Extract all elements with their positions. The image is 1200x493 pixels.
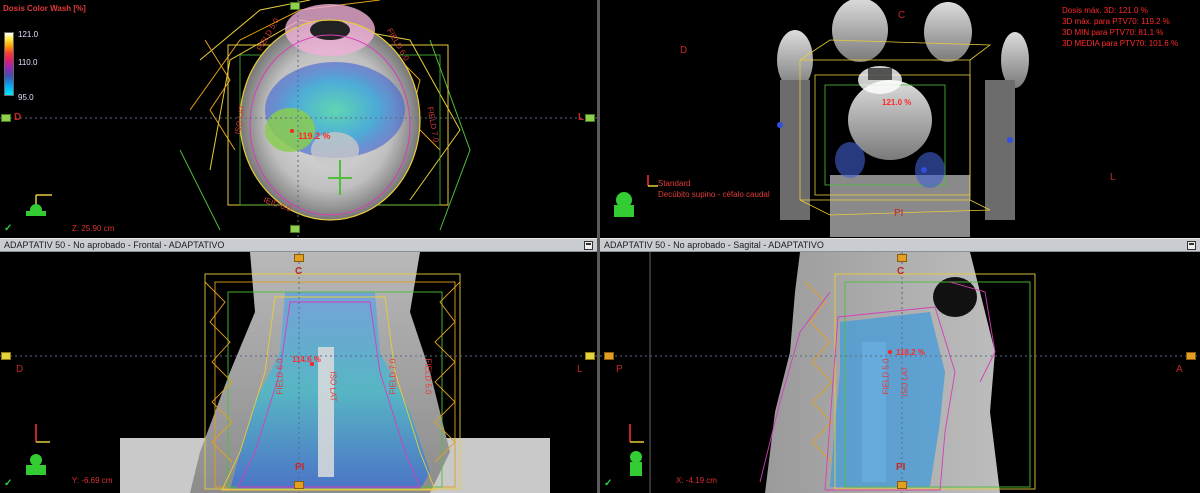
sagittal-coordinate: X: -4.19 cm xyxy=(676,476,717,485)
bottom-marker xyxy=(290,225,300,233)
frontal-orient-left: D xyxy=(16,364,24,375)
sagittal-left-marker xyxy=(604,352,614,360)
frontal-bottom-marker xyxy=(294,481,304,489)
spine xyxy=(318,347,334,477)
legend-max: 121.0 xyxy=(18,30,39,39)
dose-label: 119.2 % xyxy=(298,131,331,141)
stat-max-3d: Dosis máx. 3D: 121.0 % xyxy=(1062,6,1148,15)
frontal-view[interactable]: C D L PI 114.6 % FIELD 7.0 FIELD 5.0 FIE… xyxy=(0,252,597,493)
orient-d: D xyxy=(680,45,688,56)
frontal-orient-bottom: PI xyxy=(295,462,305,473)
legend-title: Dosis Color Wash [%] xyxy=(3,4,86,13)
side-left xyxy=(780,80,810,220)
sagittal-title: ADAPTATIV 50 - No aprobado - Sagital - A… xyxy=(604,240,824,250)
dose-legend-bar xyxy=(4,32,14,96)
frontal-title: ADAPTATIV 50 - No aprobado - Frontal - A… xyxy=(4,240,225,250)
skull-right xyxy=(1001,32,1029,88)
frontal-image xyxy=(0,252,597,493)
stat-max-ptv70: 3D máx. para PTV70: 119.2 % xyxy=(1062,17,1170,26)
legend-mid: 110.0 xyxy=(18,58,38,67)
frontal-orientation-widget xyxy=(26,424,50,475)
sagittal-right-marker xyxy=(1186,352,1196,360)
sagittal-orient-right: A xyxy=(1176,364,1183,375)
sagittal-bottom-marker xyxy=(897,481,907,489)
frontal-field-4: ISO LAT xyxy=(328,371,338,402)
legend-min: 95.0 xyxy=(18,93,34,102)
camera-preset: Standard xyxy=(658,179,691,188)
sagittal-approval-check: ✓ xyxy=(604,478,613,489)
frontal-titlebar[interactable]: ADAPTATIV 50 - No aprobado - Frontal - A… xyxy=(0,238,597,252)
treatment-planning-viewer: Dosis Color Wash [%] 121.0 110.0 95.0 D … xyxy=(0,0,1200,493)
axial-view[interactable]: Dosis Color Wash [%] 121.0 110.0 95.0 D … xyxy=(0,0,597,237)
orient-pi: PI xyxy=(894,208,904,219)
frontal-coordinate: Y: -6.69 cm xyxy=(72,476,113,485)
sagittal-view[interactable]: C P A PI 118.2 % FIELD 5.0 ISO LAT X: -4… xyxy=(600,252,1200,493)
sagittal-orient-bottom: PI xyxy=(896,462,906,473)
orient-left: D xyxy=(14,112,22,123)
dose-wash-sagittal xyxy=(830,312,945,487)
frontal-approval-check: ✓ xyxy=(4,478,13,489)
right-marker xyxy=(585,114,595,122)
sagittal-orient-left: P xyxy=(616,364,623,375)
3d-dose-label: 121.0 % xyxy=(882,98,912,107)
approval-check: ✓ xyxy=(4,223,13,234)
sagittal-titlebar[interactable]: ADAPTATIV 50 - No aprobado - Sagital - A… xyxy=(600,238,1200,252)
frontal-minimize-button[interactable] xyxy=(584,241,593,250)
frontal-left-marker xyxy=(1,352,11,360)
frontal-orient-top: C xyxy=(295,266,303,277)
frontal-orient-right: L xyxy=(577,364,583,375)
sagittal-orientation-widget xyxy=(629,424,644,476)
frontal-right-marker xyxy=(585,352,595,360)
3d-orientation-widget xyxy=(614,175,658,217)
patient-position: Decúbito supino - céfalo caudal xyxy=(658,190,770,199)
frontal-field-1: FIELD 7.0 xyxy=(388,358,398,395)
frontal-top-marker xyxy=(294,254,304,262)
skull-top-left xyxy=(832,0,888,62)
stat-mean-ptv70: 3D MEDIA para PTV70: 101.6 % xyxy=(1062,39,1179,48)
side-right xyxy=(985,80,1015,220)
shoulders xyxy=(830,175,970,237)
frontal-field-3: FIELD 6.0 xyxy=(275,358,285,395)
skull-top-right xyxy=(924,2,972,62)
stat-min-ptv70: 3D MIN para PTV70: 81.1 % xyxy=(1062,28,1164,37)
sagittal-minimize-button[interactable] xyxy=(1187,241,1196,250)
axial-image xyxy=(0,0,597,237)
airway xyxy=(310,20,350,40)
sagittal-dose-label: 118.2 % xyxy=(896,348,925,357)
orient-right: L xyxy=(578,112,585,123)
orientation-widget xyxy=(26,194,52,216)
frontal-field-2: FIELD 5.0 xyxy=(423,358,433,395)
3d-view[interactable]: D C L PI 121.0 % Standard Decúbito supin… xyxy=(600,0,1200,237)
sagittal-field-1: FIELD 5.0 xyxy=(881,358,891,395)
frontal-dose-label: 114.6 % xyxy=(292,355,321,364)
sagittal-orient-top: C xyxy=(897,266,905,277)
left-marker xyxy=(1,114,11,122)
top-marker xyxy=(290,2,300,10)
sagittal-field-2: ISO LAT xyxy=(900,366,910,397)
orient-l: L xyxy=(1110,172,1116,183)
slice-coordinate: Z: 25.90 cm xyxy=(72,224,115,233)
hotspot-dose xyxy=(265,108,315,152)
sagittal-top-marker xyxy=(897,254,907,262)
orient-c: C xyxy=(898,10,906,21)
